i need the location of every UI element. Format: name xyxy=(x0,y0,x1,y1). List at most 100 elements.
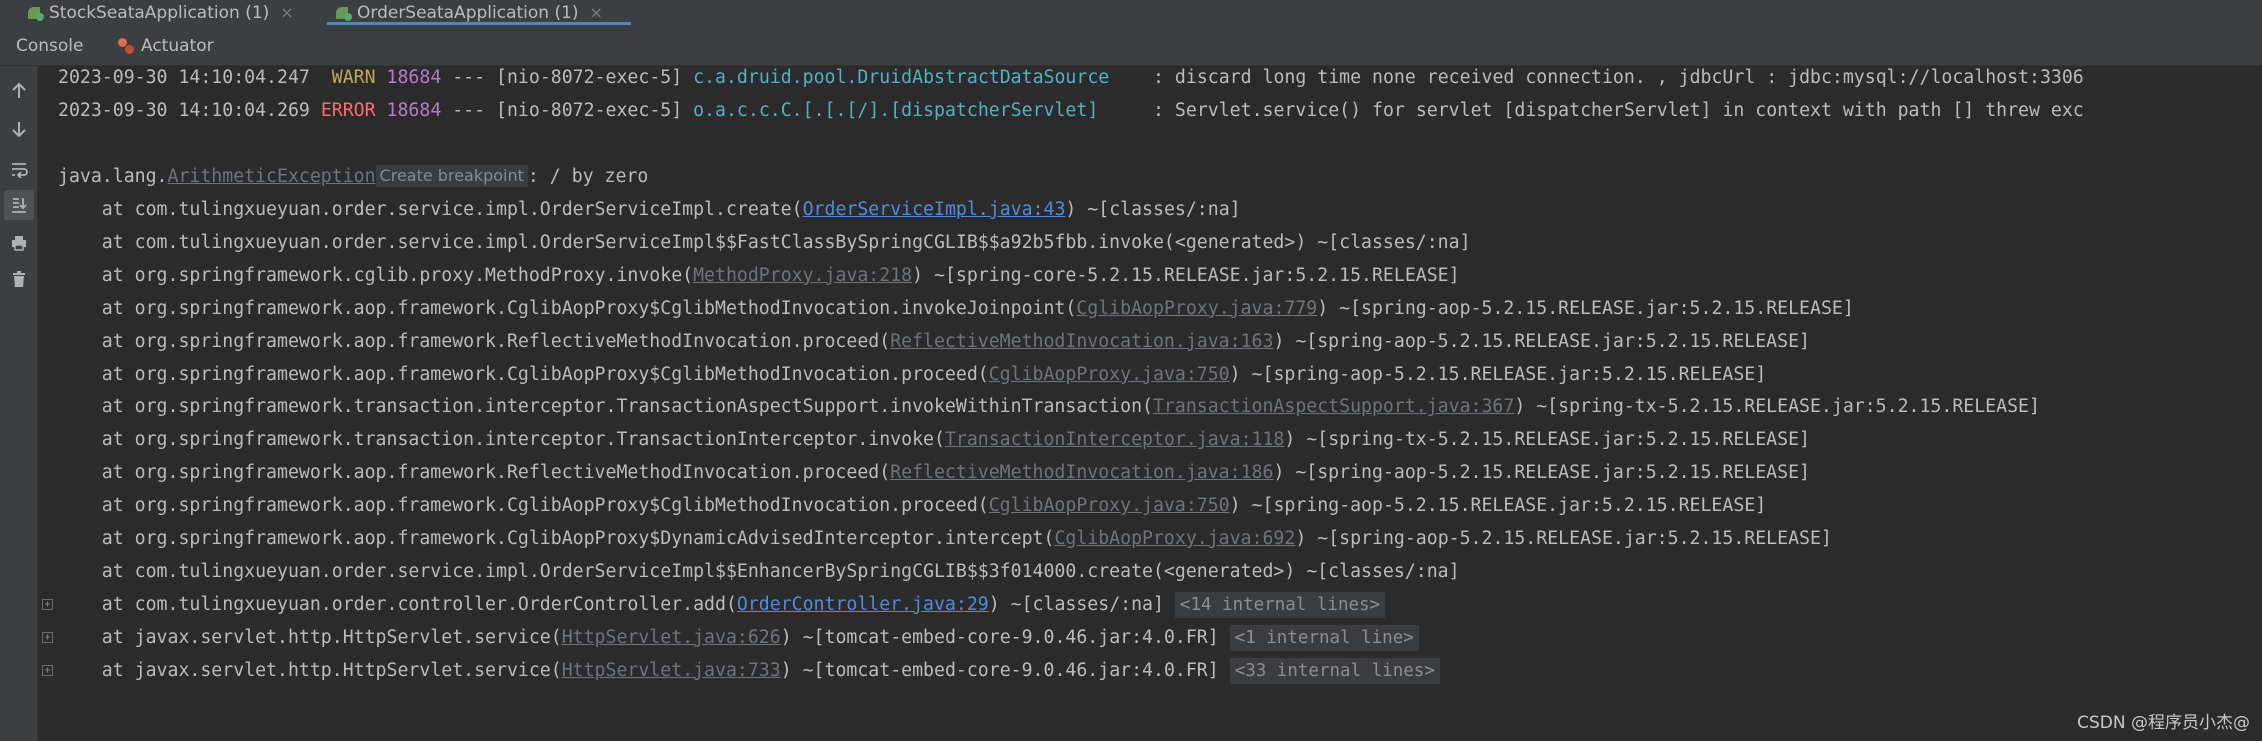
run-tab-bar: StockSeataApplication (1) × OrderSeataAp… xyxy=(0,0,2262,25)
log-pid: 18684 xyxy=(386,100,442,121)
watermark: CSDN @程序员小杰@ xyxy=(2077,713,2250,733)
source-link[interactable]: TransactionInterceptor.java:118 xyxy=(945,429,1284,450)
tab-console[interactable]: Console xyxy=(16,25,84,66)
stack-frame-suffix: ) ~[spring-aop-5.2.15.RELEASE.jar:5.2.15… xyxy=(1295,528,1832,549)
stack-frame-suffix: ) ~[spring-tx-5.2.15.RELEASE.jar:5.2.15.… xyxy=(1284,429,1810,451)
log-thread: [nio-8072-exec-5] xyxy=(496,67,683,88)
stack-frame-suffix: ) ~[spring-aop-5.2.15.RELEASE.jar:5.2.15… xyxy=(1229,495,1767,517)
stack-frame: at org.springframework.cglib.proxy.Metho… xyxy=(58,261,1460,291)
stack-frame-text: at javax.servlet.http.HttpServlet.servic… xyxy=(58,626,562,648)
spring-boot-run-icon xyxy=(28,5,44,21)
console-toolbar xyxy=(0,66,38,741)
tab-actuator-label: Actuator xyxy=(141,35,214,56)
source-link[interactable]: HttpServlet.java:733 xyxy=(562,660,781,681)
internal-lines-fold[interactable]: <33 internal lines> xyxy=(1229,657,1440,684)
source-link[interactable]: HttpServlet.java:626 xyxy=(562,627,781,648)
log-message: : Servlet.service() for servlet [dispatc… xyxy=(1131,100,2084,121)
stack-frame-text: at com.tulingxueyuan.order.service.impl.… xyxy=(58,231,1471,253)
soft-wrap-icon[interactable] xyxy=(4,154,34,184)
stack-frame: at com.tulingxueyuan.order.service.impl.… xyxy=(58,557,1460,587)
stack-frame-suffix: ) ~[spring-aop-5.2.15.RELEASE.jar:5.2.15… xyxy=(1273,462,1810,484)
stack-frame-suffix: ) ~[spring-aop-5.2.15.RELEASE.jar:5.2.15… xyxy=(1229,363,1767,385)
source-link[interactable]: OrderServiceImpl.java:43 xyxy=(803,199,1066,220)
create-breakpoint-button[interactable]: Create breakpoint xyxy=(375,165,528,187)
log-thread: [nio-8072-exec-5] xyxy=(496,100,683,121)
source-link[interactable]: MethodProxy.java:218 xyxy=(693,265,912,286)
up-arrow-icon[interactable] xyxy=(4,76,34,106)
stack-frame: at org.springframework.transaction.inter… xyxy=(58,392,2040,422)
stack-frame-suffix: ) ~[spring-aop-5.2.15.RELEASE.jar:5.2.15… xyxy=(1273,330,1810,352)
stack-frame: at org.springframework.aop.framework.Cgl… xyxy=(58,491,1766,521)
stack-frame-suffix: ) ~[spring-aop-5.2.15.RELEASE.jar:5.2.15… xyxy=(1317,297,1854,319)
close-icon[interactable]: × xyxy=(280,3,293,22)
stack-frame-text: at javax.servlet.http.HttpServlet.servic… xyxy=(58,659,562,681)
log-level: ERROR xyxy=(320,100,376,121)
console-output: 2023-09-30 14:10:04.247 WARN 18684 --- [… xyxy=(58,66,2262,741)
stack-frame: at javax.servlet.http.HttpServlet.servic… xyxy=(58,623,1419,653)
stack-frame: at org.springframework.aop.framework.Cgl… xyxy=(58,524,1832,554)
stack-frame-text: at org.springframework.aop.framework.Cgl… xyxy=(58,528,1055,549)
fold-gutter: + + + xyxy=(38,66,58,741)
stack-frame-suffix: ) ~[spring-tx-5.2.15.RELEASE.jar:5.2.15.… xyxy=(1514,396,2040,418)
source-link[interactable]: ReflectiveMethodInvocation.java:163 xyxy=(890,331,1273,352)
tab-actuator[interactable]: Actuator xyxy=(115,25,214,66)
stack-frame-text: at com.tulingxueyuan.order.service.impl.… xyxy=(58,199,803,220)
stack-frame-text: at org.springframework.transaction.inter… xyxy=(58,429,945,451)
stack-frame-text: at com.tulingxueyuan.order.service.impl.… xyxy=(58,560,1460,582)
log-line-error: 2023-09-30 14:10:04.269 ERROR 18684 --- … xyxy=(58,96,2084,126)
print-icon[interactable] xyxy=(4,228,34,258)
stack-frame: at com.tulingxueyuan.order.service.impl.… xyxy=(58,228,1471,258)
stack-frame-text: at org.springframework.cglib.proxy.Metho… xyxy=(58,264,694,286)
source-link[interactable]: CglibAopProxy.java:779 xyxy=(1076,298,1317,319)
stack-frame-suffix: ) ~[classes/:na] xyxy=(988,593,1175,615)
log-separator: --- xyxy=(441,100,497,121)
stack-frame-text: at org.springframework.transaction.inter… xyxy=(58,396,1153,418)
stack-frame: at org.springframework.aop.framework.Cgl… xyxy=(58,360,1766,390)
stack-frame-suffix: ) ~[tomcat-embed-core-9.0.46.jar:4.0.FR] xyxy=(780,659,1230,681)
log-logger: c.a.druid.pool.DruidAbstractDataSource xyxy=(693,67,1132,88)
log-level: WARN xyxy=(320,67,376,88)
exception-message: : / by zero xyxy=(527,166,649,187)
stack-frame-text: at com.tulingxueyuan.order.controller.Or… xyxy=(58,593,737,615)
clear-all-icon[interactable] xyxy=(4,264,34,294)
source-link[interactable]: OrderController.java:29 xyxy=(737,594,989,615)
stack-frame: at org.springframework.aop.framework.Ref… xyxy=(58,458,1810,488)
expand-fold-icon[interactable]: + xyxy=(42,632,53,643)
tab-console-label: Console xyxy=(16,35,84,56)
stack-frame-suffix: ) ~[spring-core-5.2.15.RELEASE.jar:5.2.1… xyxy=(912,264,1460,286)
down-arrow-icon[interactable] xyxy=(4,114,34,144)
stack-frame-text: at org.springframework.aop.framework.Cgl… xyxy=(58,363,989,385)
source-link[interactable]: CglibAopProxy.java:750 xyxy=(989,495,1230,516)
stack-frame: at org.springframework.aop.framework.Cgl… xyxy=(58,294,1854,324)
stack-frame: at javax.servlet.http.HttpServlet.servic… xyxy=(58,656,1440,686)
scroll-to-end-icon[interactable] xyxy=(4,190,34,220)
expand-fold-icon[interactable]: + xyxy=(42,599,53,610)
expand-fold-icon[interactable]: + xyxy=(42,665,53,676)
stack-frame-text: at org.springframework.aop.framework.Ref… xyxy=(58,462,891,484)
source-link[interactable]: CglibAopProxy.java:750 xyxy=(989,364,1230,385)
internal-lines-fold[interactable]: <14 internal lines> xyxy=(1174,591,1386,618)
close-icon[interactable]: × xyxy=(590,3,603,22)
tab-label: OrderSeataApplication (1) xyxy=(357,2,579,23)
stack-frame: at org.springframework.transaction.inter… xyxy=(58,425,1810,455)
stack-frame: at org.springframework.aop.framework.Ref… xyxy=(58,327,1810,357)
tab-stock-seata-application[interactable]: StockSeataApplication (1) × xyxy=(28,0,294,25)
stack-frame: at com.tulingxueyuan.order.service.impl.… xyxy=(58,195,1241,225)
log-logger: o.a.c.c.C.[.[.[/].[dispatcherServlet] xyxy=(693,100,1132,121)
actuator-icon xyxy=(115,35,137,57)
stack-frame-text: at org.springframework.aop.framework.Cgl… xyxy=(58,297,1077,319)
source-link[interactable]: ReflectiveMethodInvocation.java:186 xyxy=(890,462,1273,483)
log-separator: --- xyxy=(441,67,497,88)
stack-frame-text: at org.springframework.aop.framework.Cgl… xyxy=(58,495,989,517)
stack-frame-text: at org.springframework.aop.framework.Ref… xyxy=(58,330,891,352)
log-line-warn: 2023-09-30 14:10:04.247 WARN 18684 --- [… xyxy=(58,66,2084,93)
stack-frame: at com.tulingxueyuan.order.controller.Or… xyxy=(58,590,1386,620)
stack-frame-suffix: ) ~[classes/:na] xyxy=(1065,199,1241,220)
source-link[interactable]: TransactionAspectSupport.java:367 xyxy=(1153,396,1514,417)
source-link[interactable]: CglibAopProxy.java:692 xyxy=(1054,528,1295,549)
internal-lines-fold[interactable]: <1 internal line> xyxy=(1229,624,1419,651)
exception-package: java.lang. xyxy=(58,166,168,187)
log-pid: 18684 xyxy=(386,67,442,88)
log-timestamp: 2023-09-30 14:10:04.247 xyxy=(58,67,310,88)
exception-class-link[interactable]: ArithmeticException xyxy=(168,166,376,187)
